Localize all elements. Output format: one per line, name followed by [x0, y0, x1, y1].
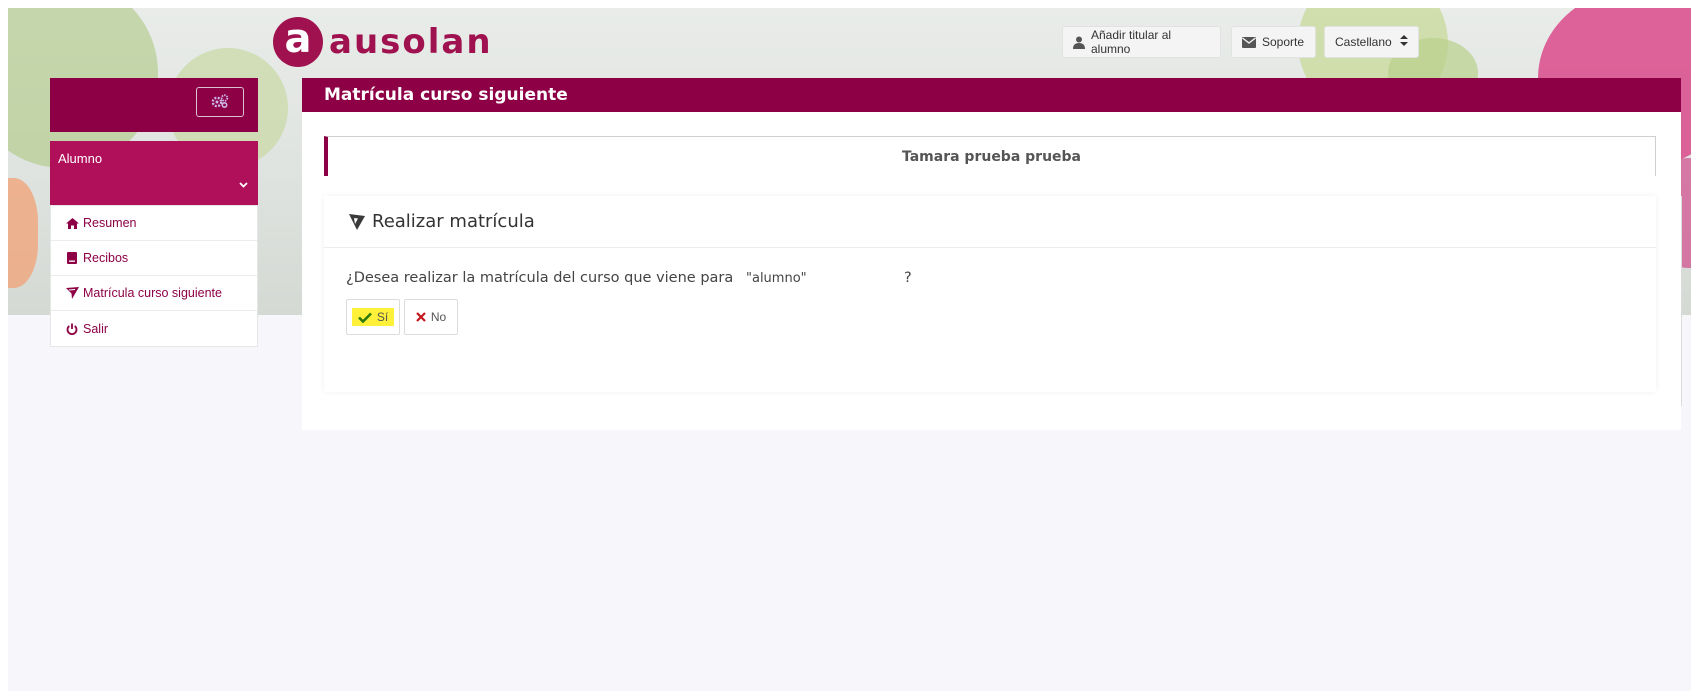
add-holder-label: Añadir titular al alumno — [1091, 28, 1172, 56]
sidebar-item-label: Matrícula curso siguiente — [83, 286, 222, 300]
book-icon — [65, 252, 79, 264]
user-icon — [1073, 36, 1085, 49]
page: a ausolan Añadir titular al alumno Sopor… — [8, 8, 1691, 691]
student-name-banner: Tamara prueba prueba — [324, 136, 1656, 176]
sidebar-header — [50, 78, 258, 132]
support-label: Soporte — [1262, 35, 1305, 49]
language-select[interactable]: Castellano — [1324, 26, 1419, 58]
power-icon — [65, 323, 79, 335]
page-title: Matrícula curso siguiente — [302, 78, 1681, 112]
sidebar-user-panel[interactable]: Alumno — [50, 141, 258, 205]
yes-label: Sí — [376, 310, 389, 324]
card-title: Realizar matrícula — [324, 196, 1656, 248]
home-icon — [65, 217, 79, 229]
sidebar-item-label: Resumen — [83, 216, 137, 230]
ausolan-logo[interactable]: a ausolan — [273, 17, 493, 67]
sidebar-item-salir[interactable]: Salir — [51, 311, 257, 346]
gears-icon — [211, 93, 229, 112]
no-label: No — [430, 310, 447, 324]
logo-text: ausolan — [329, 22, 493, 62]
sidebar-item-label: Recibos — [83, 251, 129, 265]
enrollment-icon — [348, 213, 366, 231]
sidebar-item-recibos[interactable]: Recibos — [51, 241, 257, 276]
language-label: Castellano — [1335, 35, 1392, 49]
settings-button[interactable] — [196, 87, 244, 117]
chevron-down-icon[interactable] — [239, 178, 248, 191]
send-icon — [65, 287, 79, 299]
logo-mark: a — [273, 17, 323, 67]
support-button[interactable]: Soporte — [1231, 26, 1316, 58]
check-icon — [357, 312, 372, 323]
question-mark: ? — [904, 270, 912, 286]
user-role-label: Alumno — [58, 151, 103, 166]
sidebar-item-resumen[interactable]: Resumen — [51, 206, 257, 241]
content-divider — [1681, 196, 1682, 406]
close-icon — [416, 312, 426, 322]
select-arrows-icon — [1400, 35, 1408, 49]
enrollment-card: Realizar matrícula ¿Desea realizar la ma… — [324, 196, 1656, 392]
main-panel: Matrícula curso siguiente Tamara prueba … — [302, 78, 1682, 430]
no-button[interactable]: No — [404, 299, 458, 335]
yes-highlight: Sí — [351, 308, 395, 326]
envelope-icon — [1242, 36, 1256, 48]
card-title-text: Realizar matrícula — [372, 211, 535, 232]
yes-button[interactable]: Sí — [346, 299, 400, 335]
sidebar-item-label: Salir — [83, 321, 109, 336]
enrollment-question: ¿Desea realizar la matrícula del curso q… — [346, 270, 734, 286]
student-reference: "alumno" — [746, 271, 807, 286]
add-holder-button[interactable]: Añadir titular al alumno — [1062, 26, 1221, 58]
sidebar-item-matricula[interactable]: Matrícula curso siguiente — [51, 276, 257, 311]
sidebar-menu: Resumen Recibos Matrícula curso siguient… — [50, 205, 258, 347]
